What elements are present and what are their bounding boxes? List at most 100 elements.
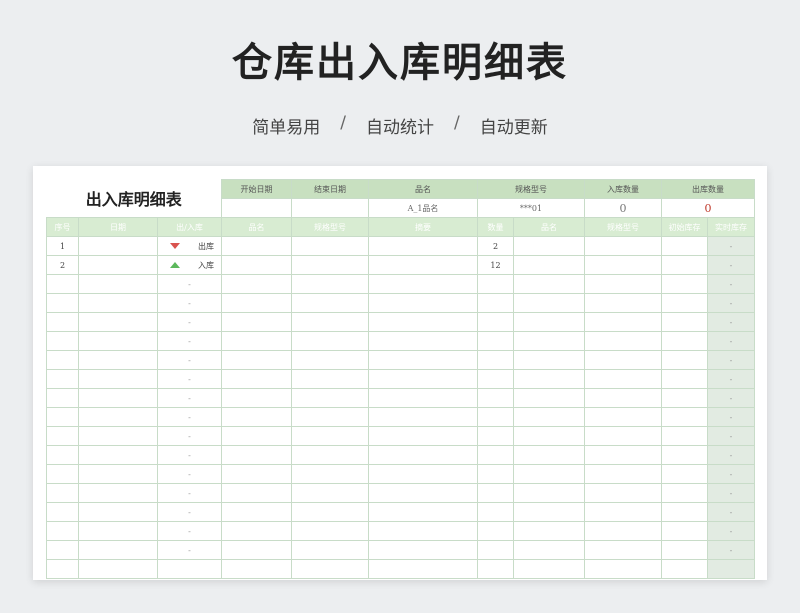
row-realtime-stock[interactable]: [707, 559, 755, 579]
row-initial-stock[interactable]: [661, 483, 708, 503]
row-product[interactable]: [221, 540, 292, 560]
row-realtime-stock[interactable]: -: [707, 236, 755, 256]
row-spec[interactable]: [291, 331, 369, 351]
row-stock-product[interactable]: [513, 312, 585, 332]
row-io[interactable]: [157, 559, 222, 579]
row-initial-stock[interactable]: [661, 426, 708, 446]
row-spec[interactable]: [291, 559, 369, 579]
row-stock-product[interactable]: [513, 274, 585, 294]
row-product[interactable]: [221, 331, 292, 351]
row-summary[interactable]: [368, 255, 478, 275]
row-initial-stock[interactable]: [661, 540, 708, 560]
row-spec[interactable]: [291, 255, 369, 275]
row-summary[interactable]: [368, 559, 478, 579]
row-seq[interactable]: 1: [46, 236, 79, 256]
row-io[interactable]: 入库: [157, 255, 222, 275]
row-stock-product[interactable]: [513, 445, 585, 465]
row-summary[interactable]: [368, 407, 478, 427]
row-seq[interactable]: [46, 426, 79, 446]
row-date[interactable]: [78, 445, 158, 465]
row-seq[interactable]: [46, 369, 79, 389]
row-product[interactable]: [221, 521, 292, 541]
row-stock-spec[interactable]: [584, 445, 662, 465]
row-qty[interactable]: [477, 464, 514, 484]
row-io[interactable]: -: [157, 464, 222, 484]
row-seq[interactable]: [46, 445, 79, 465]
summary-start-date[interactable]: [221, 198, 292, 218]
row-spec[interactable]: [291, 407, 369, 427]
row-date[interactable]: [78, 369, 158, 389]
row-stock-product[interactable]: [513, 331, 585, 351]
row-stock-spec[interactable]: [584, 236, 662, 256]
row-stock-spec[interactable]: [584, 559, 662, 579]
row-product[interactable]: [221, 388, 292, 408]
row-date[interactable]: [78, 426, 158, 446]
row-stock-product[interactable]: [513, 540, 585, 560]
row-realtime-stock[interactable]: -: [707, 331, 755, 351]
row-qty[interactable]: [477, 502, 514, 522]
row-stock-spec[interactable]: [584, 350, 662, 370]
row-product[interactable]: [221, 483, 292, 503]
row-summary[interactable]: [368, 369, 478, 389]
row-qty[interactable]: [477, 369, 514, 389]
row-initial-stock[interactable]: [661, 388, 708, 408]
row-product[interactable]: [221, 274, 292, 294]
row-date[interactable]: [78, 521, 158, 541]
row-seq[interactable]: [46, 331, 79, 351]
row-spec[interactable]: [291, 502, 369, 522]
row-summary[interactable]: [368, 445, 478, 465]
row-stock-spec[interactable]: [584, 521, 662, 541]
row-realtime-stock[interactable]: -: [707, 521, 755, 541]
row-summary[interactable]: [368, 426, 478, 446]
row-qty[interactable]: [477, 426, 514, 446]
summary-product[interactable]: A_1品名: [368, 198, 478, 218]
row-qty[interactable]: 2: [477, 236, 514, 256]
row-io[interactable]: -: [157, 388, 222, 408]
row-summary[interactable]: [368, 350, 478, 370]
row-stock-spec[interactable]: [584, 464, 662, 484]
row-date[interactable]: [78, 464, 158, 484]
row-stock-spec[interactable]: [584, 274, 662, 294]
row-date[interactable]: [78, 236, 158, 256]
row-date[interactable]: [78, 559, 158, 579]
row-realtime-stock[interactable]: -: [707, 464, 755, 484]
row-stock-product[interactable]: [513, 236, 585, 256]
row-product[interactable]: [221, 426, 292, 446]
row-product[interactable]: [221, 293, 292, 313]
row-product[interactable]: [221, 350, 292, 370]
row-product[interactable]: [221, 369, 292, 389]
row-seq[interactable]: [46, 521, 79, 541]
row-initial-stock[interactable]: [661, 350, 708, 370]
row-io[interactable]: -: [157, 483, 222, 503]
row-summary[interactable]: [368, 293, 478, 313]
row-stock-spec[interactable]: [584, 369, 662, 389]
row-qty[interactable]: [477, 293, 514, 313]
row-summary[interactable]: [368, 274, 478, 294]
row-initial-stock[interactable]: [661, 445, 708, 465]
row-date[interactable]: [78, 483, 158, 503]
summary-end-date[interactable]: [291, 198, 369, 218]
row-product[interactable]: [221, 502, 292, 522]
row-initial-stock[interactable]: [661, 312, 708, 332]
row-qty[interactable]: [477, 445, 514, 465]
row-stock-spec[interactable]: [584, 255, 662, 275]
row-realtime-stock[interactable]: -: [707, 388, 755, 408]
row-product[interactable]: [221, 255, 292, 275]
row-qty[interactable]: [477, 540, 514, 560]
row-stock-product[interactable]: [513, 426, 585, 446]
row-product[interactable]: [221, 464, 292, 484]
row-spec[interactable]: [291, 293, 369, 313]
row-seq[interactable]: [46, 388, 79, 408]
row-date[interactable]: [78, 350, 158, 370]
row-stock-spec[interactable]: [584, 540, 662, 560]
row-realtime-stock[interactable]: -: [707, 483, 755, 503]
row-qty[interactable]: [477, 521, 514, 541]
row-stock-spec[interactable]: [584, 502, 662, 522]
row-initial-stock[interactable]: [661, 331, 708, 351]
row-qty[interactable]: [477, 312, 514, 332]
row-io[interactable]: -: [157, 502, 222, 522]
row-product[interactable]: [221, 445, 292, 465]
row-seq[interactable]: 2: [46, 255, 79, 275]
row-realtime-stock[interactable]: -: [707, 445, 755, 465]
row-seq[interactable]: [46, 540, 79, 560]
